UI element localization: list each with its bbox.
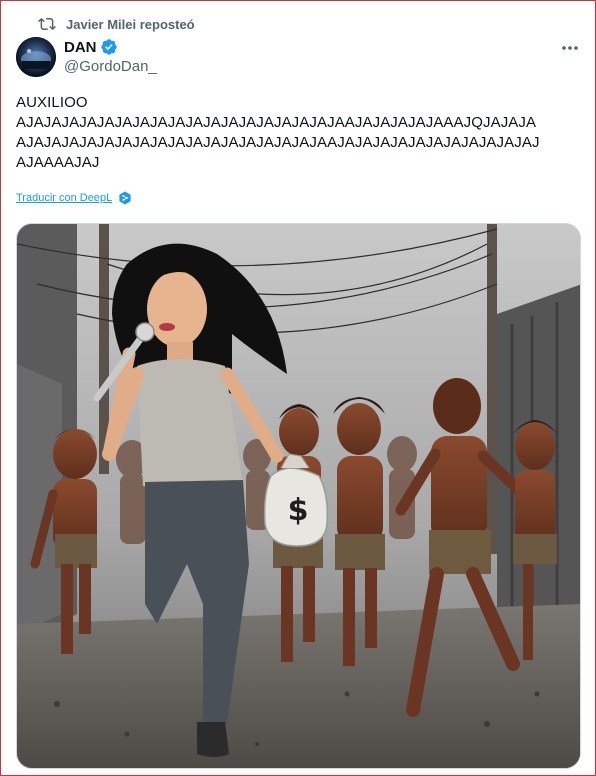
verified-badge-icon[interactable] [100, 38, 118, 56]
tweet-image[interactable]: $ [16, 223, 581, 769]
tweet-line: AUXILIOO [16, 94, 88, 111]
repost-text: Javier Milei reposteó [66, 16, 195, 32]
more-icon [562, 46, 578, 50]
repost-indicator[interactable]: Javier Milei reposteó [38, 15, 195, 33]
author-handle[interactable]: @GordoDan_ [64, 58, 157, 75]
tweet-line: AJAAAAJAJ [16, 154, 100, 171]
author-block: DAN @GordoDan_ [64, 37, 157, 76]
tweet-line: AJAJAJAJAJAJAJAJAJAJAJAJAJAJAJAJAJAJAAJA… [16, 114, 537, 131]
translate-label: Traducir con DeepL [16, 192, 113, 204]
translate-link[interactable]: Traducir con DeepL [16, 191, 132, 205]
street-scene-image: $ [17, 224, 580, 768]
svg-text:$: $ [288, 493, 309, 528]
more-options-button[interactable] [558, 38, 582, 58]
tweet-line: AJAJAJAJAJAJAJAJAJAJAJAJAJAJAJAJAJAAJAJA… [16, 134, 540, 151]
author-name[interactable]: DAN [64, 39, 97, 56]
deepl-icon [119, 191, 131, 205]
avatar[interactable] [16, 37, 56, 77]
avatar-image [16, 37, 56, 77]
tweet-text: AUXILIOO AJAJAJAJAJAJAJAJAJAJAJAJAJAJAJA… [16, 93, 576, 173]
repost-icon [38, 17, 56, 31]
